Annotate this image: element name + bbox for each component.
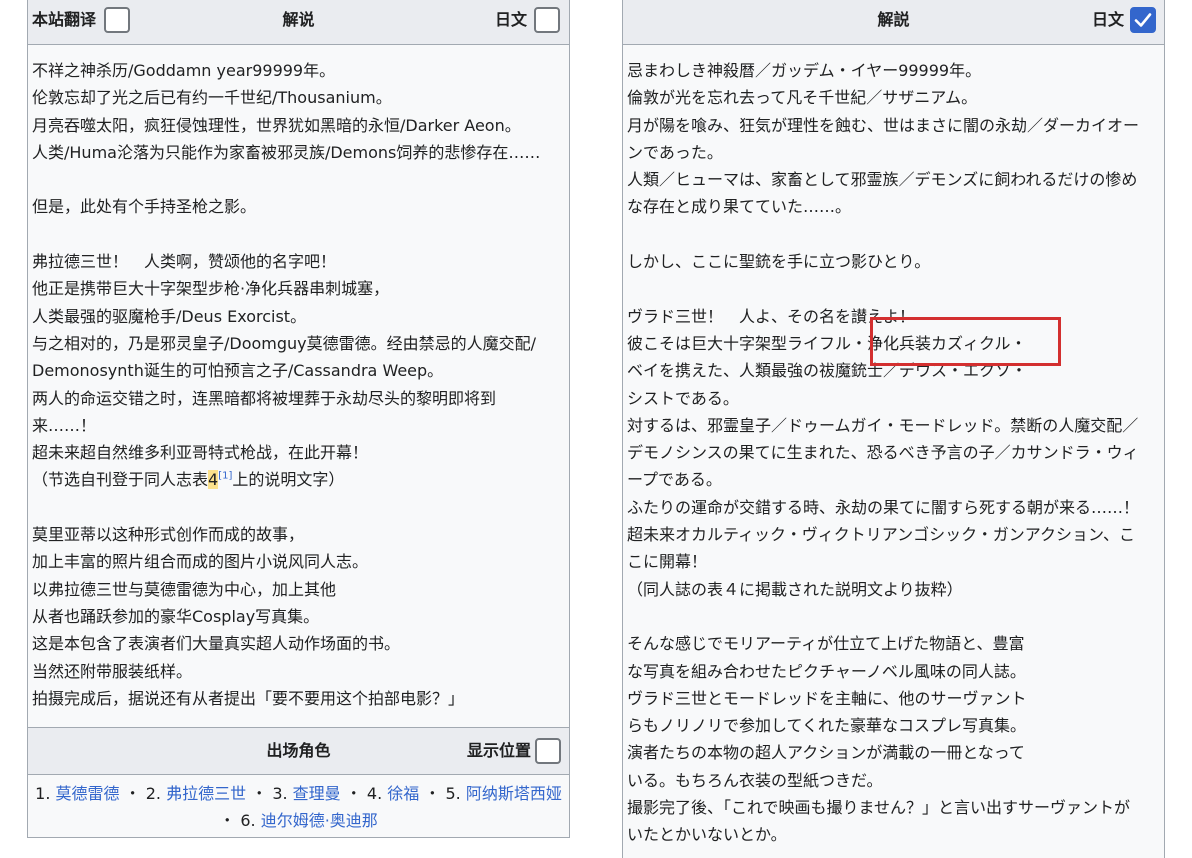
right-text-line: しかし、ここに聖銃を手に立つ影ひとり。 xyxy=(627,252,931,272)
left-text-line: 从者也踊跃参加的豪华Cosplay写真集。 xyxy=(32,606,320,626)
right-text-line: 超未来オカルティック・ヴィクトリアンゴシック・ガンアクション、こ xyxy=(627,525,1136,545)
right-text-line: 演者たちの本物の超人アクションが満載の一冊となって xyxy=(627,743,1025,763)
right-text-line: シストである。 xyxy=(627,388,739,408)
left-text-line: Demonosynth诞生的可怕预言之子/Cassandra Weep。 xyxy=(32,361,444,381)
list-separator: ・ xyxy=(219,811,236,830)
left-text-line: 人类最强的驱魔枪手/Deus Exorcist。 xyxy=(32,306,307,326)
citation-text-before: （节选自刊登于同人志表 xyxy=(32,470,209,490)
right-text-line: ヴラド三世とモードレッドを主軸に、他のサーヴァント xyxy=(627,688,1027,708)
right-text-line: らもノリノリで参加してくれた豪華なコスプレ写真集。 xyxy=(627,716,1027,736)
right-text-line: 倫敦が光を忘れ去って凡そ千世紀／サザニアム。 xyxy=(627,88,978,108)
character-link[interactable]: 弗拉德三世 xyxy=(166,784,246,803)
right-text-line: 忌まわしき神殺暦／ガッデム・イヤー99999年。 xyxy=(627,61,982,80)
character-number: 1. xyxy=(35,784,51,803)
right-text-line: 対するは、邪霊皇子／ドゥームガイ・モードレッド。禁断の人魔交配／ xyxy=(627,415,1139,435)
right-text-line: ープである。 xyxy=(627,470,722,490)
character-link[interactable]: 查理曼 xyxy=(293,784,341,803)
right-text-line: な写真を組み合わせたピクチャーノベル風味の同人誌。 xyxy=(627,661,1026,681)
left-panel-text: 不祥之神杀历/Goddamn year99999年。伦敦忘却了光之后已有约一千世… xyxy=(32,57,565,712)
right-text-line: 撮影完了後、「これで映画も撮りません？」と言い出すサーヴァントが xyxy=(627,798,1131,818)
character-number: 6. xyxy=(240,811,256,830)
right-text-line: （同人誌の表４に掲載された説明文より抜粋） xyxy=(627,579,963,599)
character-link[interactable]: 迪尔姆德·奥迪那 xyxy=(261,811,378,830)
right-japanese-checkbox[interactable] xyxy=(1130,7,1156,33)
character-list: 1. 莫德雷德 ・ 2. 弗拉德三世 ・ 3. 查理曼 ・ 4. 徐福 ・ 5.… xyxy=(28,776,569,838)
left-text-line: 伦敦忘却了光之后已有约一千世纪/Thousanium。 xyxy=(32,88,392,108)
left-text-line: 弗拉德三世！ 人类啊，赞颂他的名字吧！ xyxy=(32,252,337,272)
right-text-line: こに開幕！ xyxy=(627,552,708,572)
left-text-line: 当然还附带服装纸样。 xyxy=(32,661,193,681)
right-text-line: いたとかいないとか。 xyxy=(627,825,787,845)
left-text-line: 人类/Huma沦落为只能作为家畜被邪灵族/Demons饲养的悲惨存在…… xyxy=(32,142,541,162)
characters-header: 出场角色 显示位置 xyxy=(28,727,569,775)
list-separator: ・ xyxy=(124,784,141,803)
left-text-line: 不祥之神杀历/Goddamn year99999年。 xyxy=(32,61,336,80)
character-number: 4. xyxy=(366,784,383,803)
right-text-line: 月が陽を喰み、狂気が理性を蝕む、世はまさに闇の永劫／ダーカイオー xyxy=(627,115,1140,135)
right-text-line: ンであった。 xyxy=(627,142,723,162)
right-text-line: な存在と成り果てていた……。 xyxy=(627,197,852,217)
citation-highlight: 4 xyxy=(208,470,219,490)
list-separator: ・ xyxy=(424,784,441,803)
left-text-line: 拍摄完成后，据说还有从者提出「要不要用这个拍部电影？」 xyxy=(32,688,465,708)
left-panel-title: 解说 xyxy=(282,10,315,29)
right-panel-japanese: 解説 日文 忌まわしき神殺暦／ガッデム・イヤー99999年。 倫敦が光を忘れ去って… xyxy=(622,0,1165,858)
left-panel-header: 本站翻译 解说 日文 xyxy=(28,0,569,45)
right-panel-title: 解説 xyxy=(877,10,910,29)
right-panel-header: 解説 日文 xyxy=(623,0,1164,45)
character-number: 2. xyxy=(145,784,161,803)
character-number: 5. xyxy=(445,784,461,803)
left-text-line: 两人的命运交错之时，连黑暗都将被埋葬于永劫尽头的黎明即将到 xyxy=(32,388,497,408)
right-japanese-label: 日文 xyxy=(1091,10,1124,29)
left-text-line: 这是本包含了表演者们大量真实超人动作场面的书。 xyxy=(32,634,401,654)
right-panel-text: 忌まわしき神殺暦／ガッデム・イヤー99999年。 倫敦が光を忘れ去って凡そ千世紀／… xyxy=(627,57,1160,849)
list-separator: ・ xyxy=(251,784,268,803)
character-link[interactable]: 莫德雷德 xyxy=(56,784,120,803)
left-text-line: 以弗拉德三世与莫德雷德为中心，加上其他 xyxy=(32,579,337,599)
left-panel-chinese: 本站翻译 解说 日文 不祥之神杀历/Goddamn year99999年。伦敦忘… xyxy=(27,0,570,838)
right-text-line: いる。もちろん衣装の型紙つきだ。 xyxy=(627,770,883,790)
right-text-line: デモノシンスの果てに生まれた、恐るべき予言の子／カサンドラ・ウィ xyxy=(627,443,1139,463)
left-text-line: 加上丰富的照片组合而成的图片小说风同人志。 xyxy=(32,552,369,572)
list-separator: ・ xyxy=(345,784,362,803)
right-text-line: そんな感じでモリアーティが仕立て上げた物語と、豊富 xyxy=(627,634,1025,654)
show-position-label: 显示位置 xyxy=(466,741,531,760)
right-text-line: ふたりの運命が交錯する時、永劫の果てに闇すら死する朝が来る……！ xyxy=(627,497,1140,517)
left-text-line: 超未来超自然维多利亚哥特式枪战，在此开幕！ xyxy=(32,443,369,463)
checkmark-icon xyxy=(1134,13,1152,27)
right-text-line: 人類／ヒューマは、家畜として邪霊族／デモンズに飼われるだけの惨め xyxy=(627,170,1138,190)
citation-line: （节选自刊登于同人志表4[1]上的说明文字） xyxy=(32,466,565,493)
left-text-line: 他正是携带巨大十字架型步枪·净化兵器串刺城塞， xyxy=(32,279,390,299)
character-number: 3. xyxy=(272,784,288,803)
left-text-line: 与之相对的，乃是邪灵皇子/Doomguy莫德雷德。经由禁忌的人魔交配/ xyxy=(32,333,537,353)
left-text-line: 但是，此处有个手持圣枪之影。 xyxy=(32,197,257,217)
right-text-line: ヴラド三世！ 人よ、その名を讃えよ！ xyxy=(627,306,916,326)
right-text-line: ベイを携えた、人類最強の祓魔銃士／デウス・エクソ・ xyxy=(627,361,1028,381)
left-japanese-label: 日文 xyxy=(494,10,527,29)
character-link[interactable]: 徐福 xyxy=(387,784,419,803)
right-text-line: 彼こそは巨大十字架型ライフル・浄化兵装カズィクル・ xyxy=(627,333,1027,353)
left-japanese-checkbox[interactable] xyxy=(534,7,560,33)
left-text-line: 莫里亚蒂以这种形式创作而成的故事， xyxy=(32,525,305,545)
citation-reference-link[interactable]: [1] xyxy=(218,471,232,482)
character-link[interactable]: 阿纳斯塔西娅 xyxy=(466,784,562,803)
left-text-line: 来……！ xyxy=(32,415,97,435)
show-position-checkbox[interactable] xyxy=(535,738,561,764)
citation-text-after: 上的说明文字） xyxy=(232,470,345,490)
left-text-line: 月亮吞噬太阳，疯狂侵蚀理性，世界犹如黑暗的永恒/Darker Aeon。 xyxy=(32,115,521,135)
